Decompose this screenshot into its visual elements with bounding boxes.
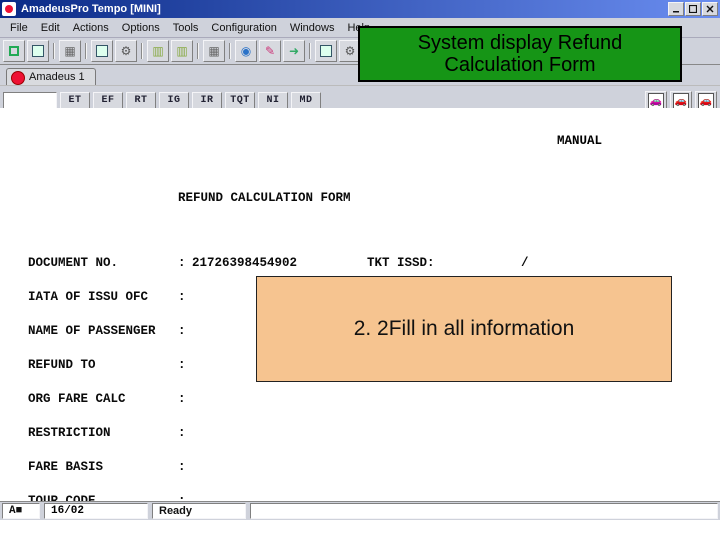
tab-icon — [11, 71, 25, 85]
app-icon — [2, 2, 16, 16]
list-icon — [151, 44, 165, 58]
gear-icon — [119, 44, 133, 58]
toolbar-btn-9[interactable] — [235, 40, 257, 62]
toolbar-sep — [139, 41, 145, 61]
status-state: Ready — [152, 503, 246, 519]
toolbar-sep — [195, 41, 201, 61]
minimize-button[interactable] — [668, 2, 684, 16]
form-title: REFUND CALCULATION FORM — [28, 190, 692, 207]
toolbar-sep — [307, 41, 313, 61]
status-bar: A■ 16/02 Ready — [0, 501, 720, 520]
menu-windows[interactable]: Windows — [284, 21, 341, 35]
toolbar-btn-11[interactable] — [283, 40, 305, 62]
brush-icon — [263, 44, 277, 58]
pref-icon — [343, 44, 357, 58]
tkt-issd-label: TKT ISSD: — [367, 255, 451, 272]
row-org-fare-calc: ORG FARE CALC: — [28, 391, 692, 408]
callout-system-display: System display Refund Calculation Form — [358, 26, 682, 82]
window-title: AmadeusPro Tempo [MINI] — [21, 3, 668, 15]
bottom-edge — [0, 520, 720, 540]
menu-actions[interactable]: Actions — [67, 21, 115, 35]
window-buttons — [668, 2, 718, 16]
tab-label: Amadeus 1 — [29, 71, 85, 83]
row-fare-basis: FARE BASIS: — [28, 459, 692, 476]
manual-label: MANUAL — [28, 133, 692, 150]
profile-icon — [319, 44, 333, 58]
toolbar-btn-3[interactable] — [59, 40, 81, 62]
document-icon — [31, 44, 45, 58]
titlebar[interactable]: AmadeusPro Tempo [MINI] — [0, 0, 720, 18]
tab-amadeus-1[interactable]: Amadeus 1 — [6, 68, 96, 85]
toolbar-btn-2[interactable] — [27, 40, 49, 62]
status-mode: A■ — [2, 503, 40, 519]
menu-edit[interactable]: Edit — [35, 21, 66, 35]
page-icon — [63, 44, 77, 58]
host-icon — [207, 44, 221, 58]
status-spacer — [250, 503, 718, 519]
status-code: 16/02 — [44, 503, 148, 519]
toolbar-sep — [51, 41, 57, 61]
menu-configuration[interactable]: Configuration — [205, 21, 282, 35]
app-window: AmadeusPro Tempo [MINI] File Edit Action… — [0, 0, 720, 540]
close-button[interactable] — [702, 2, 718, 16]
toolbar-btn-12[interactable] — [315, 40, 337, 62]
tkt-issd-value: / — [521, 256, 529, 270]
form-icon — [95, 44, 109, 58]
toolbar-btn-6[interactable] — [147, 40, 169, 62]
callout-fill-info: 2. 2Fill in all information — [256, 276, 672, 382]
toolbar-btn-10[interactable] — [259, 40, 281, 62]
toolbar-btn-4[interactable] — [91, 40, 113, 62]
maximize-button[interactable] — [685, 2, 701, 16]
toolbar-btn-5[interactable] — [115, 40, 137, 62]
toolbar-btn-8[interactable] — [203, 40, 225, 62]
menu-file[interactable]: File — [4, 21, 34, 35]
menu-tools[interactable]: Tools — [167, 21, 205, 35]
window-icon — [7, 44, 21, 58]
row-restriction: RESTRICTION: — [28, 425, 692, 442]
row-document-no: DOCUMENT NO.:21726398454902TKT ISSD:/ — [28, 255, 692, 272]
toolbar-sep — [227, 41, 233, 61]
toolbar-sep — [83, 41, 89, 61]
toolbar-btn-1[interactable] — [3, 40, 25, 62]
grid-icon — [175, 44, 189, 58]
toolbar-btn-7[interactable] — [171, 40, 193, 62]
send-icon — [287, 44, 301, 58]
menu-options[interactable]: Options — [116, 21, 166, 35]
globe-icon — [239, 44, 253, 58]
